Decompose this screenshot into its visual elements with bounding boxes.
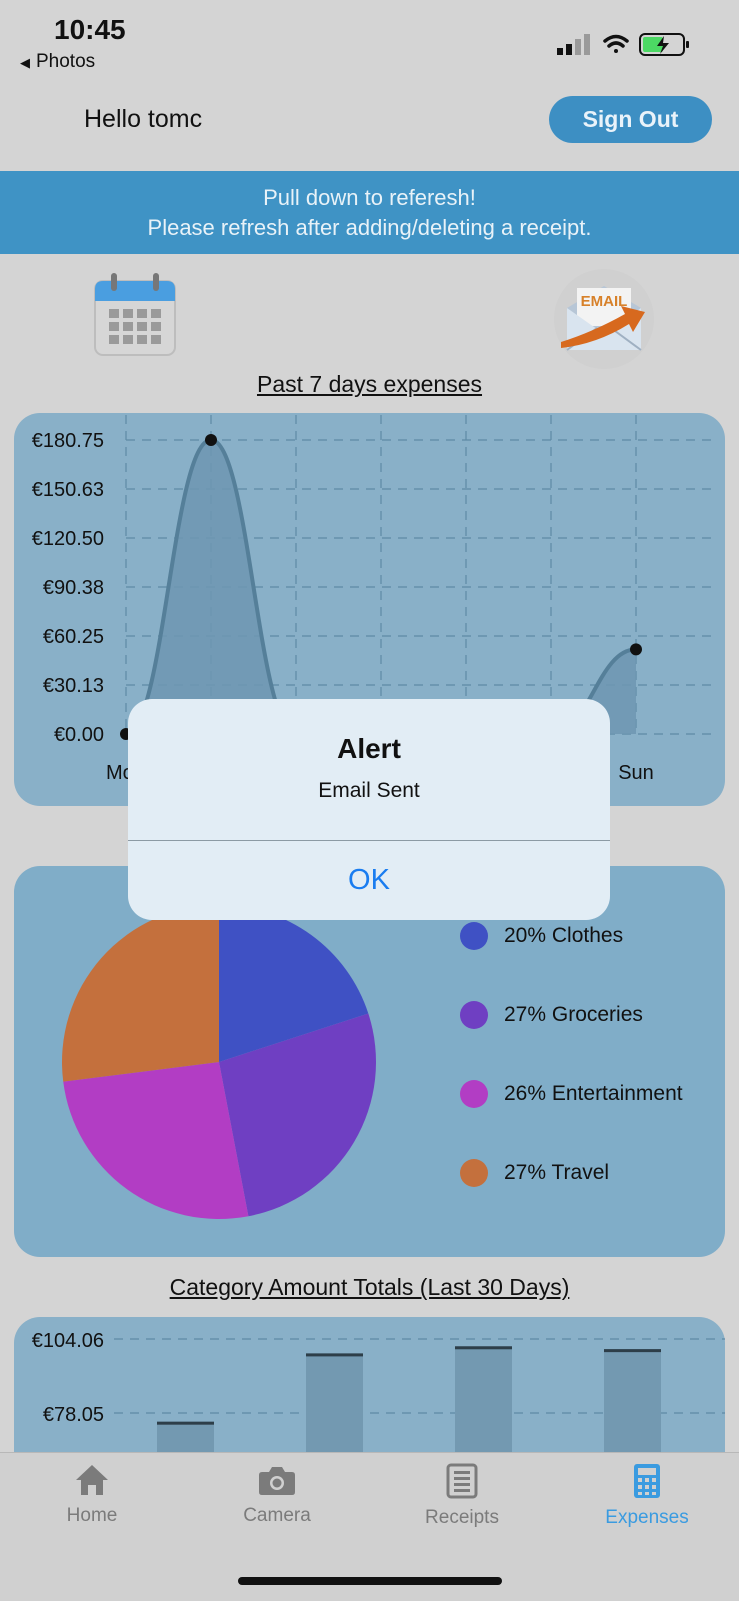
- legend-label: 27% Groceries: [504, 1003, 643, 1026]
- totals-bar-cap: [306, 1353, 363, 1357]
- tab-home-label: Home: [66, 1505, 118, 1526]
- alert-dialog: Alert Email Sent OK: [128, 699, 610, 920]
- wifi-icon: [603, 34, 629, 53]
- legend-label: 20% Clothes: [504, 924, 624, 947]
- legend-label: 26% Entertainment: [504, 1082, 683, 1105]
- pie-slice: [63, 1062, 249, 1219]
- camera-icon: [259, 1467, 295, 1495]
- totals-bar: [306, 1353, 363, 1452]
- home-indicator: [238, 1577, 502, 1585]
- calculator-icon: [634, 1464, 660, 1498]
- home-icon: [76, 1465, 108, 1495]
- weekly-y-tick-label: €60.25: [43, 626, 104, 648]
- receipts-icon: [446, 1463, 478, 1499]
- email-icon[interactable]: EMAIL: [553, 268, 655, 370]
- tab-home[interactable]: Home: [22, 1463, 162, 1527]
- totals-bar-cap: [157, 1421, 214, 1425]
- weekly-data-point: [205, 434, 217, 446]
- totals-bar: [604, 1349, 661, 1452]
- back-label: Photos: [36, 51, 96, 72]
- weekly-y-tick-label: €120.50: [32, 528, 104, 550]
- category-totals-chart: €104.06 €78.05: [32, 1330, 725, 1452]
- battery-icon: [639, 33, 689, 56]
- pie-legend-item: 27% Travel: [460, 1159, 609, 1187]
- totals-bar-cap: [455, 1346, 512, 1350]
- status-time: 10:45: [54, 14, 126, 45]
- greeting-text: Hello tomc: [84, 105, 203, 133]
- weekly-y-tick-label: €0.00: [54, 724, 104, 746]
- legend-color-dot: [460, 1080, 488, 1108]
- weekly-x-tick-label: Sun: [618, 762, 654, 784]
- weekly-y-tick-label: €90.38: [43, 577, 104, 599]
- weekly-data-point: [630, 643, 642, 656]
- tab-receipts[interactable]: Receipts: [392, 1463, 532, 1529]
- alert-ok-button[interactable]: OK: [128, 841, 610, 920]
- back-arrow-icon: ◀: [20, 55, 30, 70]
- legend-color-dot: [460, 1001, 488, 1029]
- category-totals-heading: Category Amount Totals (Last 30 Days): [169, 1274, 570, 1300]
- category-pie-chart: [61, 905, 377, 1219]
- totals-bar: [455, 1346, 512, 1452]
- totals-bar: [157, 1421, 214, 1452]
- signal-icon: [557, 34, 590, 55]
- back-to-photos-link[interactable]: ◀ Photos: [20, 51, 95, 73]
- pie-legend-item: 26% Entertainment: [460, 1080, 683, 1108]
- tab-camera[interactable]: Camera: [207, 1463, 347, 1527]
- weekly-y-tick-label: €180.75: [32, 430, 104, 452]
- tab-receipts-label: Receipts: [425, 1507, 499, 1528]
- alert-message: Email Sent: [318, 779, 420, 802]
- status-icons: [557, 33, 689, 56]
- calendar-icon[interactable]: [93, 273, 177, 357]
- pie-slice: [61, 905, 219, 1082]
- totals-y-tick-label: €104.06: [32, 1330, 104, 1352]
- legend-color-dot: [460, 922, 488, 950]
- alert-title: Alert: [337, 733, 401, 764]
- pie-legend-item: 27% Groceries: [460, 1001, 643, 1029]
- email-icon-text: EMAIL: [581, 293, 628, 310]
- banner-line-1: Pull down to referesh!: [263, 184, 476, 210]
- weekly-expenses-heading: Past 7 days expenses: [256, 371, 483, 397]
- tab-camera-label: Camera: [243, 1505, 311, 1526]
- tab-expenses[interactable]: Expenses: [577, 1463, 717, 1529]
- banner-line-2: Please refresh after adding/deleting a r…: [147, 214, 592, 240]
- totals-y-tick-label: €78.05: [43, 1404, 104, 1426]
- pie-legend-item: 20% Clothes: [460, 922, 623, 950]
- tab-expenses-label: Expenses: [605, 1507, 689, 1528]
- weekly-y-tick-label: €150.63: [32, 479, 104, 501]
- legend-label: 27% Travel: [504, 1161, 610, 1184]
- refresh-banner: Pull down to referesh! Please refresh af…: [0, 171, 739, 254]
- legend-color-dot: [460, 1159, 488, 1187]
- sign-out-button[interactable]: Sign Out: [549, 96, 712, 143]
- totals-bar-cap: [604, 1349, 661, 1353]
- weekly-y-tick-label: €30.13: [43, 675, 104, 697]
